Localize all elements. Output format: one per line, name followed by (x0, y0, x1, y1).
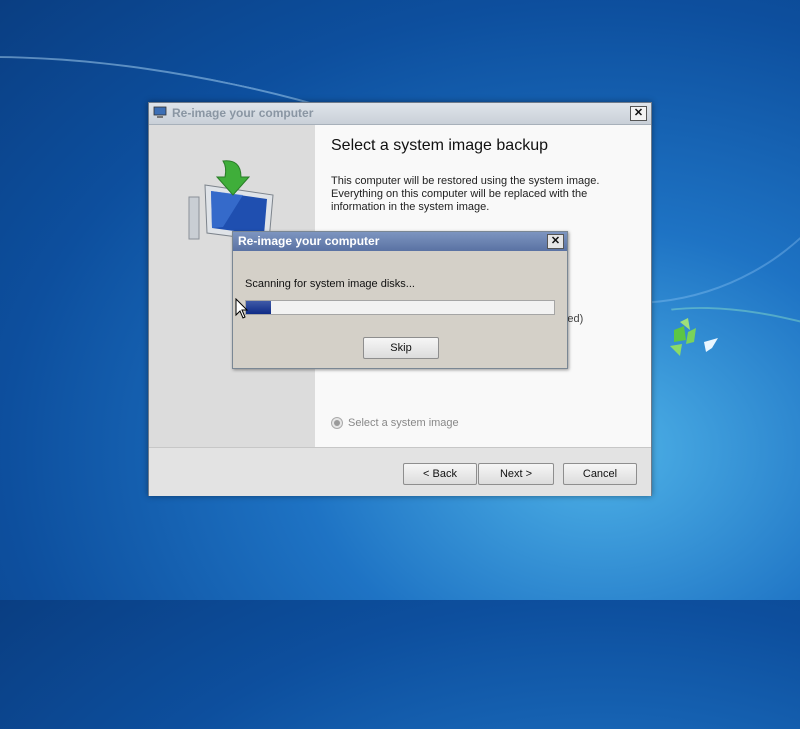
progress-fill (246, 301, 271, 314)
wizard-titlebar: Re-image your computer ✕ (149, 103, 651, 125)
scanning-dialog: Re-image your computer ✕ Scanning for sy… (232, 231, 568, 369)
back-button[interactable]: < Back (403, 463, 477, 485)
mouse-cursor-icon (235, 298, 249, 319)
wizard-button-bar: < Back Next > Cancel (149, 447, 651, 496)
dialog-close-button[interactable]: ✕ (547, 234, 564, 249)
cancel-button[interactable]: Cancel (563, 463, 637, 485)
scan-progress-bar (245, 300, 555, 315)
skip-button[interactable]: Skip (363, 337, 439, 359)
dialog-title: Re-image your computer (238, 234, 380, 248)
dialog-titlebar: Re-image your computer ✕ (233, 232, 567, 251)
select-system-image-option[interactable]: Select a system image (331, 417, 459, 430)
description-line: information in the system image. (331, 201, 490, 213)
page-description: This computer will be restored using the… (331, 175, 631, 214)
description-line: Everything on this computer will be repl… (331, 188, 588, 200)
windows-logo-icon (670, 318, 718, 356)
next-button[interactable]: Next > (478, 463, 554, 485)
wizard-title: Re-image your computer (172, 106, 314, 120)
page-title: Select a system image backup (331, 137, 548, 154)
computer-icon (153, 106, 167, 118)
radio-button[interactable] (331, 417, 343, 430)
description-line: This computer will be restored using the… (331, 175, 600, 187)
scanning-message: Scanning for system image disks... (245, 278, 415, 290)
radio-label: Select a system image (348, 417, 459, 429)
wizard-close-button[interactable]: ✕ (630, 106, 647, 121)
